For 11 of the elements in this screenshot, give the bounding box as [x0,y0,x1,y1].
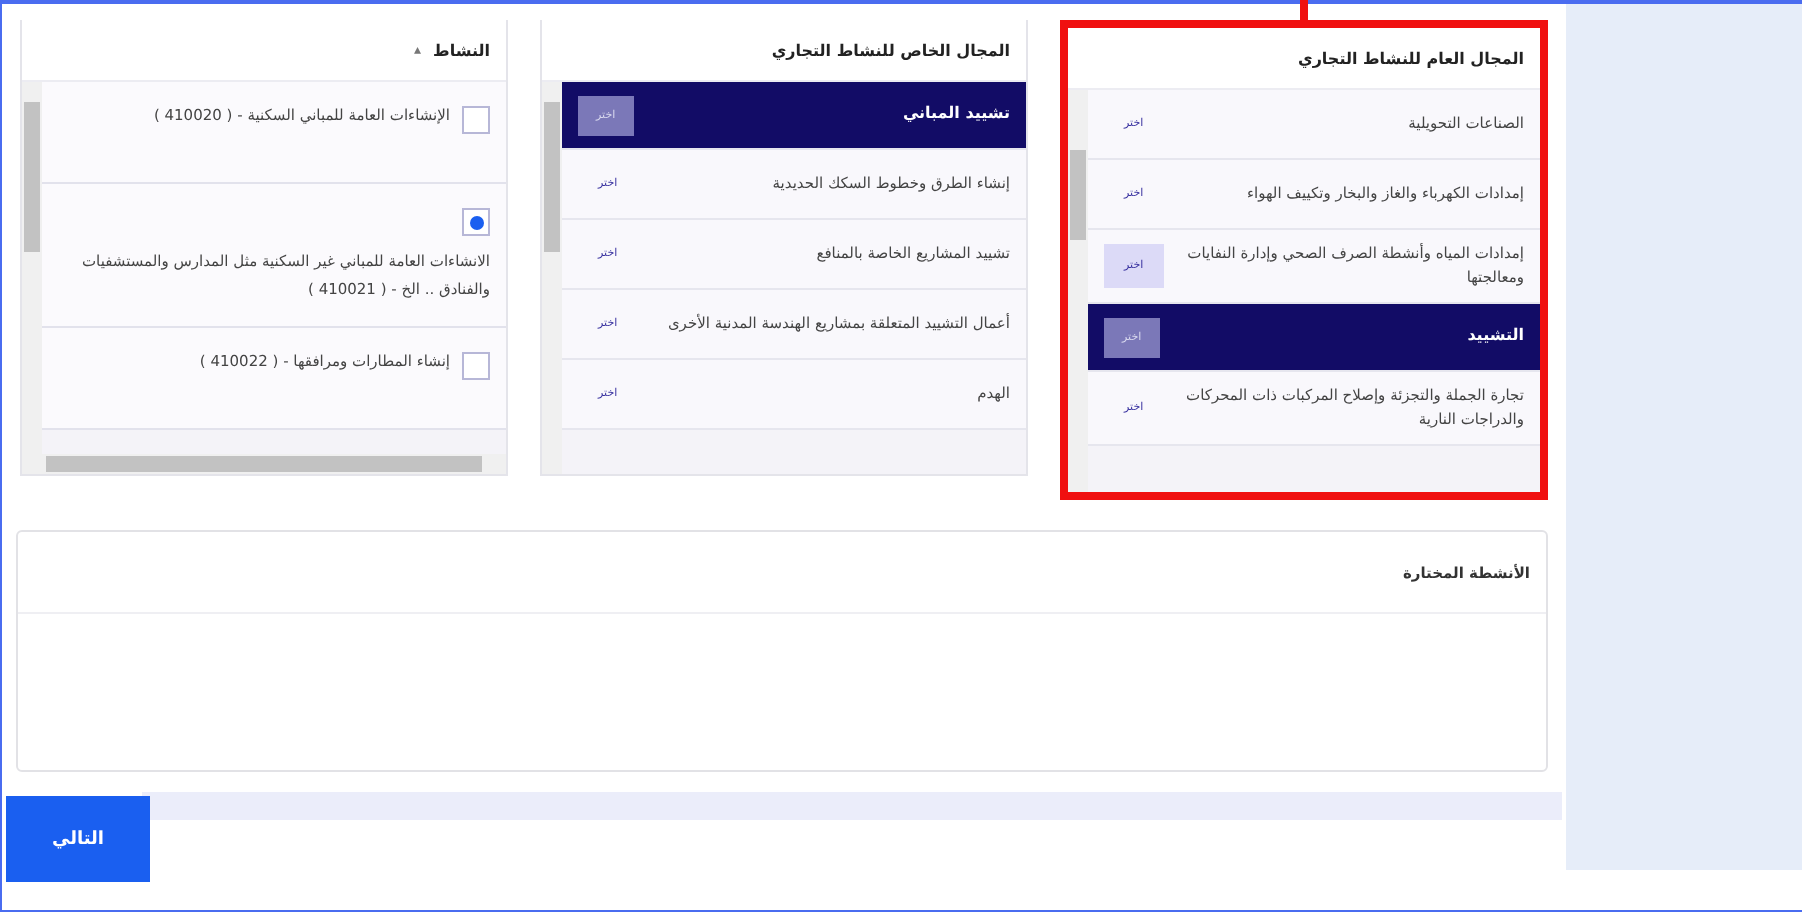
column-title: النشاط [433,41,490,59]
column-title: المجال العام للنشاط التجاري [1297,49,1524,67]
scrollbar[interactable] [542,82,562,474]
scrollbar[interactable] [1068,90,1088,492]
checkbox[interactable] [462,352,490,380]
checkbox[interactable] [462,208,490,236]
checkbox[interactable] [462,106,490,134]
scrollbar[interactable] [22,454,506,474]
column-title: المجال الخاص للنشاط التجاري [771,41,1010,59]
scrollbar[interactable] [22,82,42,454]
next-button[interactable]: التالي [6,796,150,882]
